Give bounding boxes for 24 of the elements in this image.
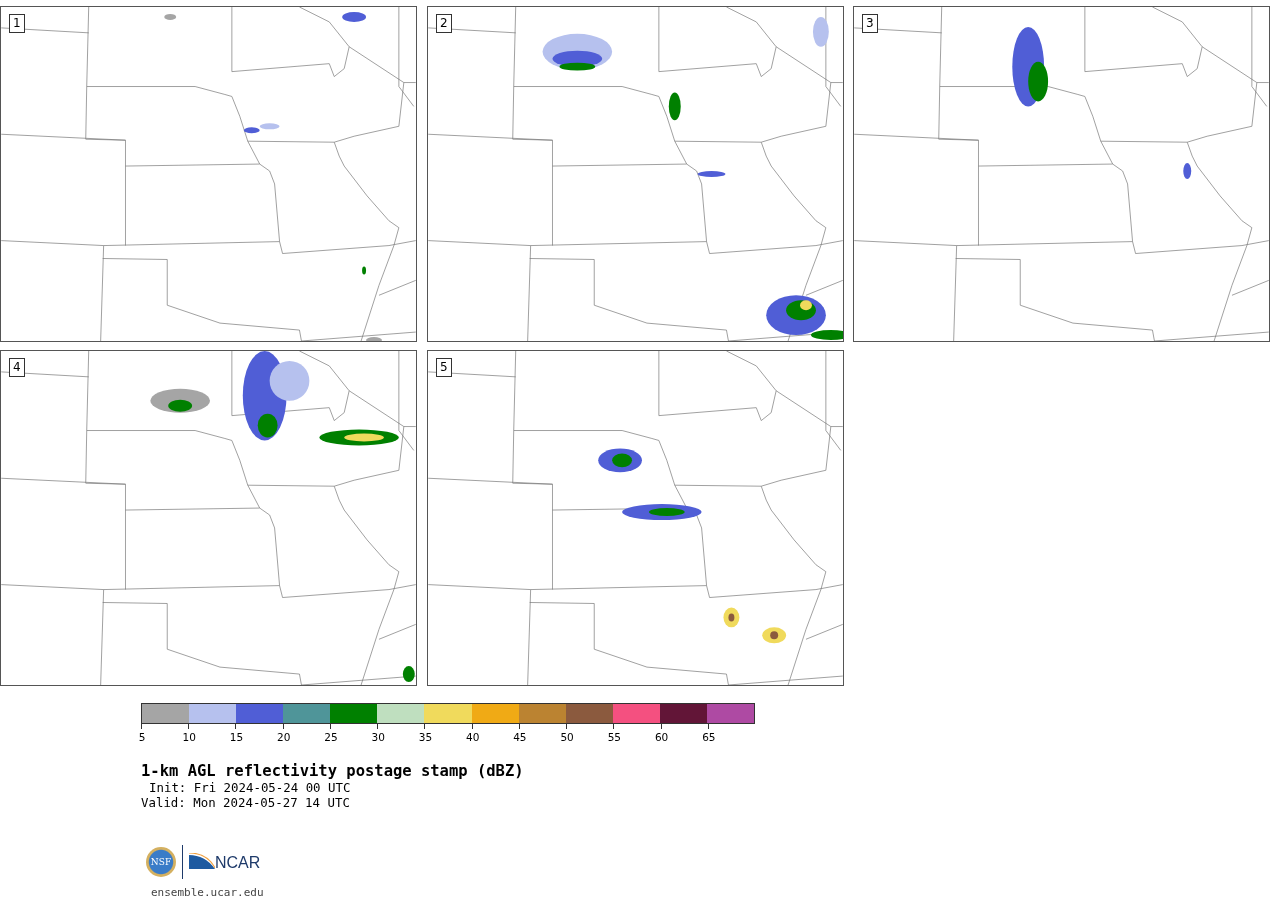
tick-label: 50	[559, 731, 575, 743]
tick-label: 25	[323, 731, 339, 743]
panel-number: 4	[9, 358, 25, 377]
chart-title: 1-km AGL reflectivity postage stamp (dBZ)	[141, 763, 525, 780]
ncar-logo: NCAR	[189, 853, 261, 871]
panel-number: 3	[862, 14, 878, 33]
tick-label: 45	[512, 731, 528, 743]
tick-label: 60	[653, 731, 670, 743]
panel-number: 2	[436, 14, 452, 33]
tick-label: 30	[370, 731, 386, 743]
init-time: Init: Fri 2024-05-24 00 UTC	[148, 780, 352, 795]
tick-label: 10	[181, 731, 197, 743]
tick-label: 40	[464, 731, 481, 743]
website-url: ensemble.ucar.edu	[151, 886, 265, 899]
panel-number: 5	[436, 358, 452, 377]
tick-label: 20	[276, 731, 292, 743]
valid-time: Valid: Mon 2024-05-27 14 UTC	[141, 795, 351, 810]
tick-label: 15	[228, 731, 245, 743]
tick-label: 65	[701, 731, 717, 743]
tick-label: 55	[606, 731, 623, 743]
nsf-logo: NSF	[146, 847, 176, 877]
tick-label: 5	[137, 731, 147, 743]
tick-label: 35	[417, 731, 434, 743]
panel-number: 1	[9, 14, 25, 33]
